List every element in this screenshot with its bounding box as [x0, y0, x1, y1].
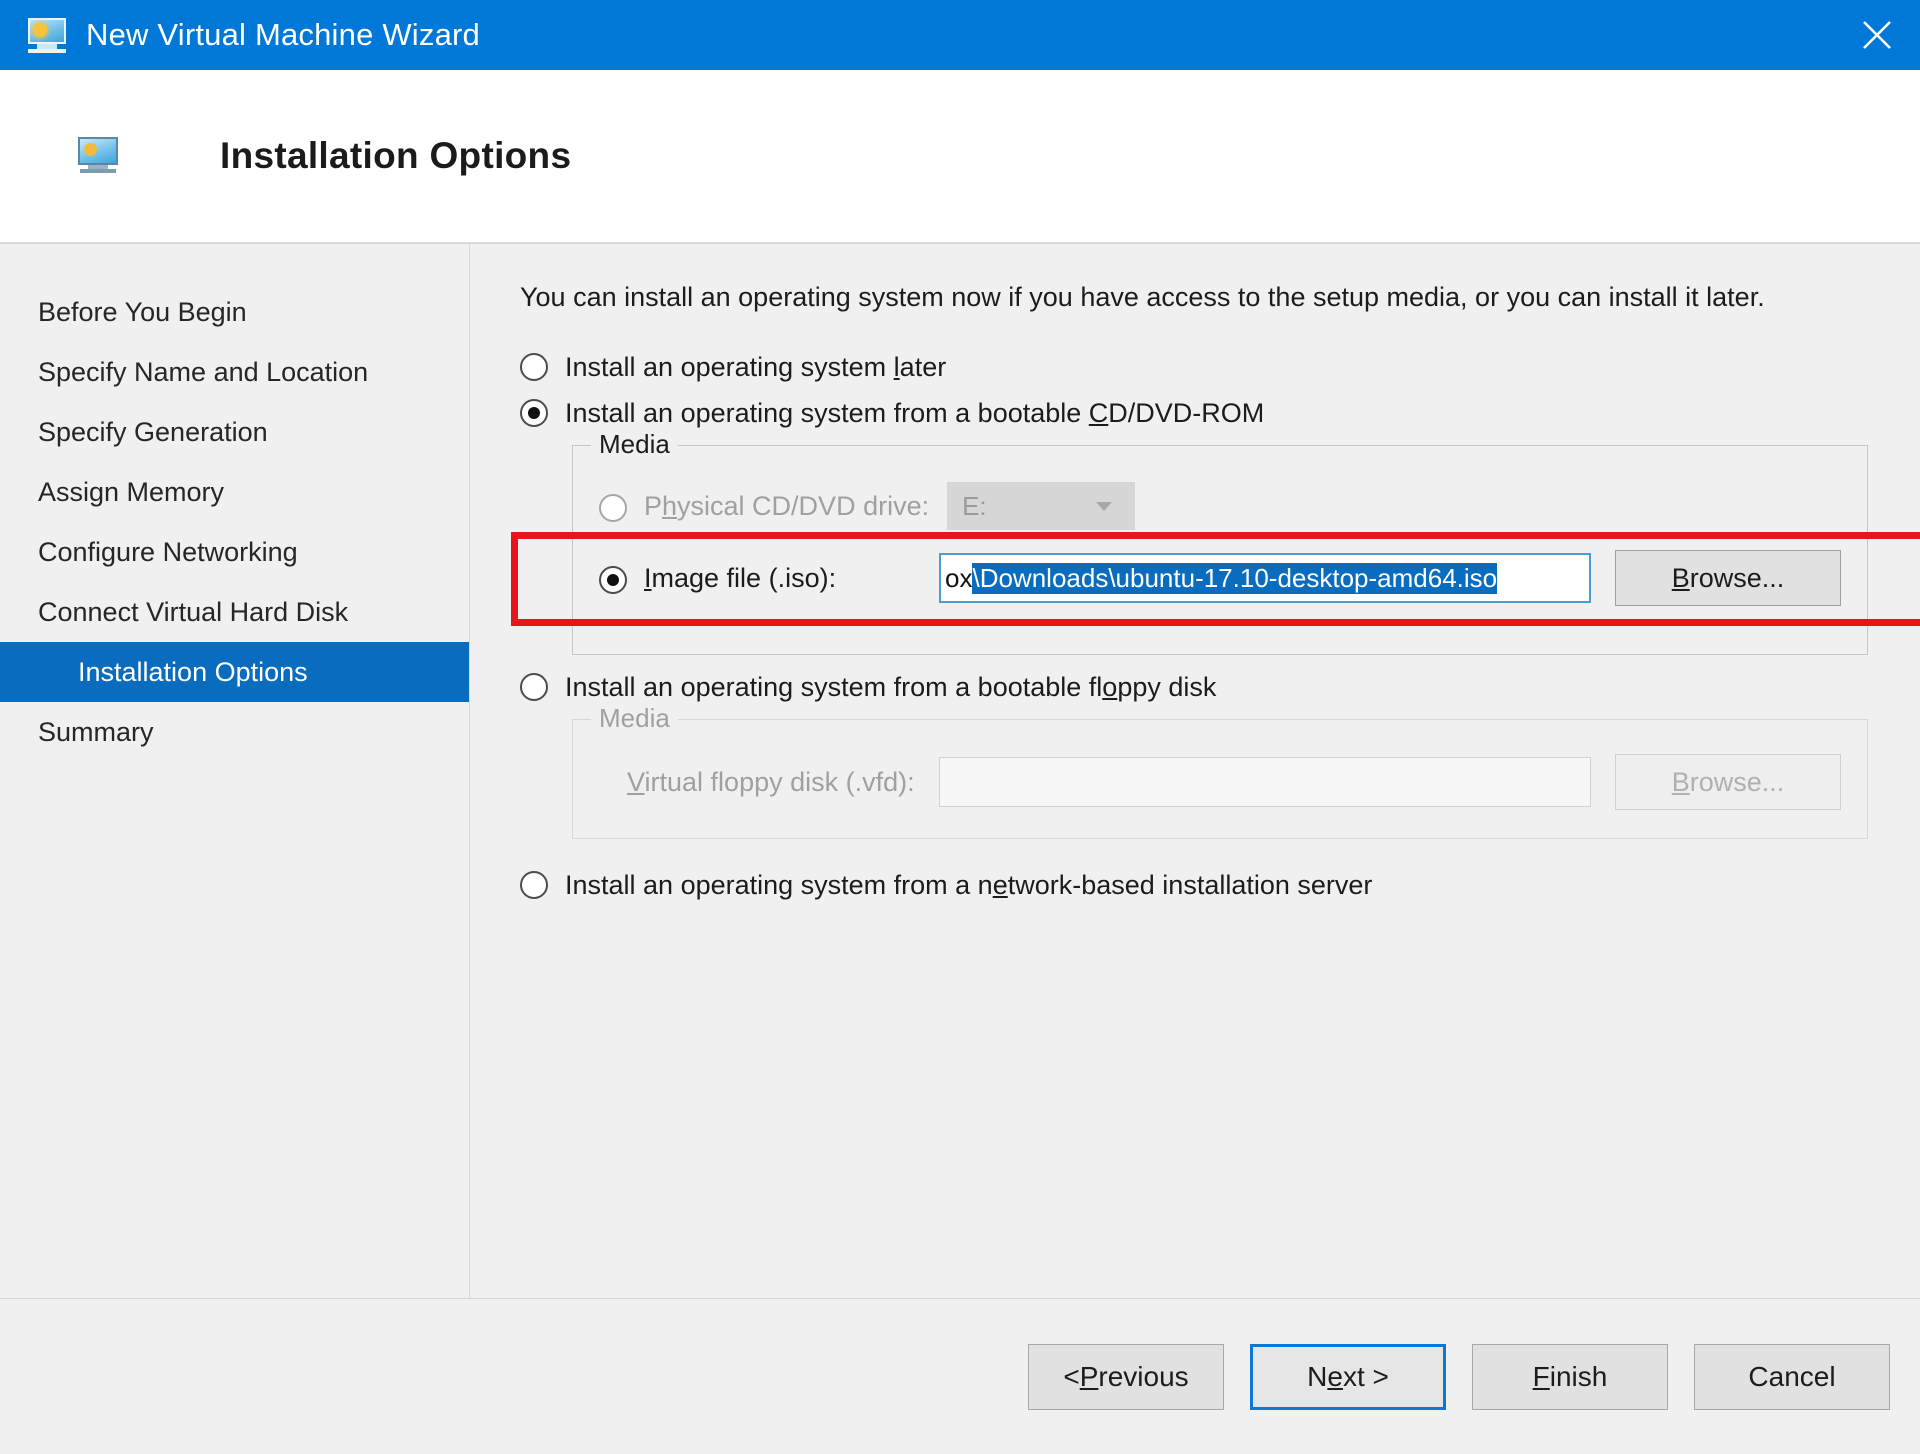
vm-monitor-icon — [76, 136, 120, 176]
sidebar-item-installation-options[interactable]: Installation Options — [0, 642, 469, 702]
virtual-floppy-label: Virtual floppy disk (.vfd): — [627, 767, 915, 798]
page-title: Installation Options — [220, 135, 571, 177]
radio-indicator — [520, 673, 548, 701]
browse-vfd-button[interactable]: Browse... — [1615, 754, 1841, 810]
wizard-body: Before You Begin Specify Name and Locati… — [0, 243, 1920, 1298]
image-file-row: Image file (.iso): ox\Downloads\ubuntu-1… — [599, 550, 1841, 606]
new-virtual-machine-wizard-window: New Virtual Machine Wizard Installation … — [0, 0, 1920, 1454]
vm-monitor-icon — [26, 16, 68, 54]
image-file-selected-text: \Downloads\ubuntu-17.10-desktop-amd64.is… — [972, 563, 1497, 594]
radio-indicator — [520, 871, 548, 899]
chevron-down-icon — [1096, 502, 1112, 511]
page-header: Installation Options — [0, 70, 1920, 243]
radio-install-from-cd-dvd[interactable]: Install an operating system from a boota… — [520, 395, 1868, 431]
sidebar-item-label: Specify Generation — [38, 417, 268, 448]
radio-install-later[interactable]: Install an operating system later — [520, 349, 1868, 385]
window-title: New Virtual Machine Wizard — [86, 17, 480, 53]
physical-drive-value: E: — [948, 491, 987, 522]
physical-drive-select[interactable]: E: — [947, 482, 1135, 530]
sidebar-item-label: Before You Begin — [38, 297, 247, 328]
image-file-label: Image file (.iso): — [644, 563, 836, 594]
title-bar: New Virtual Machine Wizard — [0, 0, 1920, 70]
finish-button[interactable]: Finish — [1472, 1344, 1668, 1410]
media-group-title: Media — [591, 429, 678, 460]
sidebar-item-specify-generation[interactable]: Specify Generation — [0, 402, 469, 462]
sidebar-item-configure-networking[interactable]: Configure Networking — [0, 522, 469, 582]
sidebar-item-label: Assign Memory — [38, 477, 224, 508]
browse-iso-button[interactable]: Browse... — [1615, 550, 1841, 606]
radio-install-from-floppy[interactable]: Install an operating system from a boota… — [520, 669, 1868, 705]
radio-install-from-network[interactable]: Install an operating system from a netwo… — [520, 867, 1868, 903]
wizard-footer: < Previous Next > Finish Cancel — [0, 1298, 1920, 1454]
image-file-input[interactable]: ox\Downloads\ubuntu-17.10-desktop-amd64.… — [939, 553, 1591, 603]
sidebar-item-summary[interactable]: Summary — [0, 702, 469, 762]
radio-indicator — [520, 353, 548, 381]
media-group-cd: Media Physical CD/DVD drive: E: — [572, 445, 1868, 655]
installation-options-panel: You can install an operating system now … — [470, 244, 1920, 1298]
radio-install-from-network-label: Install an operating system from a netwo… — [565, 867, 1372, 903]
radio-indicator — [599, 566, 627, 594]
virtual-floppy-input[interactable] — [939, 757, 1591, 807]
sidebar-item-assign-memory[interactable]: Assign Memory — [0, 462, 469, 522]
sidebar-item-connect-virtual-hard-disk[interactable]: Connect Virtual Hard Disk — [0, 582, 469, 642]
sidebar-item-label: Installation Options — [78, 657, 308, 688]
radio-indicator — [599, 494, 627, 522]
sidebar-item-specify-name-and-location[interactable]: Specify Name and Location — [0, 342, 469, 402]
radio-install-from-floppy-label: Install an operating system from a boota… — [565, 669, 1216, 705]
intro-text: You can install an operating system now … — [520, 280, 1820, 315]
physical-drive-label: Physical CD/DVD drive: — [644, 491, 929, 522]
radio-indicator — [520, 399, 548, 427]
sidebar-item-before-you-begin[interactable]: Before You Begin — [0, 282, 469, 342]
next-button[interactable]: Next > — [1250, 1344, 1446, 1410]
close-icon[interactable] — [1834, 0, 1920, 70]
sidebar-item-label: Configure Networking — [38, 537, 298, 568]
radio-install-from-cd-dvd-label: Install an operating system from a boota… — [565, 395, 1264, 431]
physical-drive-row: Physical CD/DVD drive: E: — [599, 480, 1841, 532]
previous-button[interactable]: < Previous — [1028, 1344, 1224, 1410]
radio-image-file[interactable]: Image file (.iso): — [599, 562, 836, 594]
sidebar-item-label: Connect Virtual Hard Disk — [38, 597, 348, 628]
sidebar-item-label: Summary — [38, 717, 154, 748]
image-file-highlight-region: Image file (.iso): ox\Downloads\ubuntu-1… — [573, 532, 1867, 626]
image-file-visible-prefix: ox — [941, 563, 972, 594]
cancel-button[interactable]: Cancel — [1694, 1344, 1890, 1410]
virtual-floppy-row: Virtual floppy disk (.vfd): Browse... — [599, 754, 1841, 810]
media-group-floppy: Media Virtual floppy disk (.vfd): Browse… — [572, 719, 1868, 839]
wizard-steps-sidebar: Before You Begin Specify Name and Locati… — [0, 244, 470, 1298]
radio-install-later-label: Install an operating system later — [565, 349, 946, 385]
sidebar-item-label: Specify Name and Location — [38, 357, 368, 388]
radio-physical-cd-dvd-drive[interactable]: Physical CD/DVD drive: — [599, 490, 929, 522]
media-group-title: Media — [591, 703, 678, 734]
